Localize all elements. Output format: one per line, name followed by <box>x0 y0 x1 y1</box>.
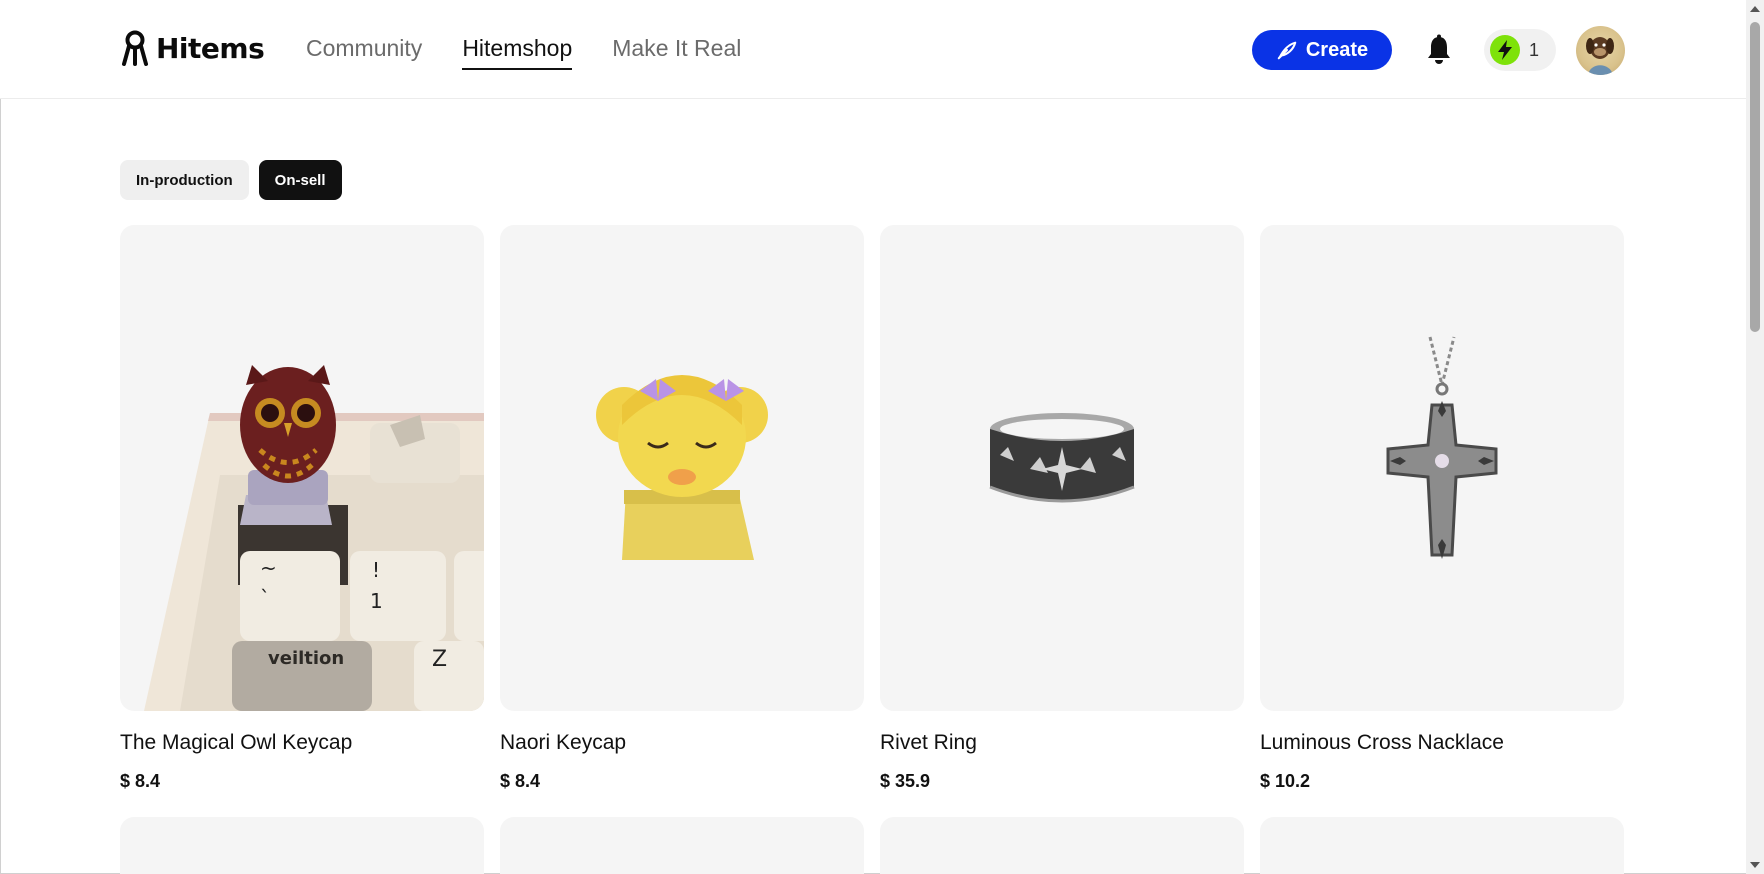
status-filters: In-production On-sell <box>120 160 342 200</box>
filter-on-sell[interactable]: On-sell <box>258 160 342 200</box>
nav-make-it-real[interactable]: Make It Real <box>612 35 741 70</box>
energy-count: 1 <box>1529 39 1540 60</box>
product-card[interactable]: ~ ` ! 1 veiltion Z The Magical Owl Keyca… <box>120 225 484 792</box>
key-legend-z: Z <box>432 647 447 672</box>
product-title: The Magical Owl Keycap <box>120 731 353 754</box>
energy-counter[interactable]: 1 <box>1484 29 1556 71</box>
product-card-placeholder[interactable] <box>500 817 864 874</box>
notification-bell-icon[interactable] <box>1424 34 1454 66</box>
product-price: $ 8.4 <box>120 771 161 791</box>
product-card[interactable]: Luminous Cross Nacklace $ 10.2 <box>1260 225 1624 792</box>
scroll-up-arrow-icon[interactable] <box>1750 6 1760 12</box>
key-legend-brand: veiltion <box>268 648 344 669</box>
product-price: $ 35.9 <box>880 771 931 791</box>
product-price: $ 10.2 <box>1260 771 1311 791</box>
key-legend-tilde: ~ <box>260 556 277 580</box>
brand-name: Hitems <box>156 31 265 65</box>
key-legend-backtick: ` <box>260 586 270 610</box>
product-title: Rivet Ring <box>880 731 977 754</box>
owl-keycap-image: ~ ` ! 1 veiltion Z <box>120 225 484 711</box>
product-card-placeholder[interactable] <box>120 817 484 874</box>
product-card-placeholder[interactable] <box>880 817 1244 874</box>
nav-hitemshop[interactable]: Hitemshop <box>462 35 573 70</box>
product-price: $ 8.4 <box>500 771 541 791</box>
product-title: Naori Keycap <box>500 731 627 754</box>
user-avatar[interactable] <box>1576 26 1625 75</box>
scroll-down-arrow-icon[interactable] <box>1750 862 1760 868</box>
product-card-placeholder[interactable] <box>1260 817 1624 874</box>
key-legend-one: 1 <box>370 589 383 613</box>
rivet-ring-image <box>880 225 1244 711</box>
vertical-scrollbar[interactable] <box>1746 0 1764 874</box>
top-header: Hitems Community Hitemshop Make It Real … <box>0 0 1746 99</box>
lightning-icon <box>1490 35 1520 65</box>
feather-icon <box>1277 41 1297 60</box>
create-button-label: Create <box>1305 38 1369 61</box>
create-button[interactable]: Create <box>1252 30 1392 70</box>
brand-logo[interactable]: Hitems <box>120 30 265 66</box>
naori-keycap-image <box>500 225 864 711</box>
logo-icon <box>122 30 148 66</box>
main-nav: Community Hitemshop Make It Real <box>306 35 741 70</box>
product-card[interactable]: Rivet Ring $ 35.9 <box>880 225 1244 792</box>
filter-in-production[interactable]: In-production <box>120 160 249 200</box>
product-card[interactable]: Naori Keycap $ 8.4 <box>500 225 864 792</box>
cross-necklace-image <box>1260 225 1624 711</box>
key-legend-exclaim: ! <box>372 558 380 582</box>
scrollbar-thumb[interactable] <box>1750 22 1760 332</box>
product-title: Luminous Cross Nacklace <box>1260 731 1504 754</box>
nav-community[interactable]: Community <box>306 35 422 70</box>
